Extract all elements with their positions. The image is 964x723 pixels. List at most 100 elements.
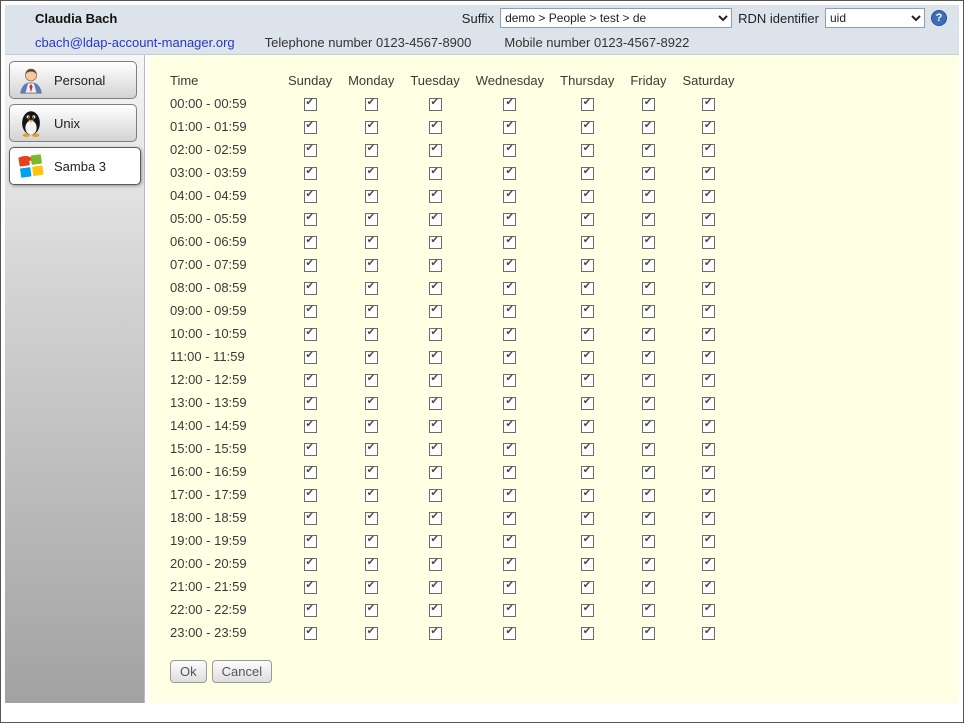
schedule-checkbox[interactable] xyxy=(429,627,442,640)
schedule-checkbox[interactable] xyxy=(503,282,516,295)
schedule-checkbox[interactable] xyxy=(304,144,317,157)
schedule-checkbox[interactable] xyxy=(365,236,378,249)
schedule-checkbox[interactable] xyxy=(702,305,715,318)
schedule-checkbox[interactable] xyxy=(581,351,594,364)
schedule-checkbox[interactable] xyxy=(503,604,516,617)
schedule-checkbox[interactable] xyxy=(702,98,715,111)
schedule-checkbox[interactable] xyxy=(581,558,594,571)
schedule-checkbox[interactable] xyxy=(304,397,317,410)
rdn-identifier-select[interactable]: uid xyxy=(825,8,925,28)
schedule-checkbox[interactable] xyxy=(503,328,516,341)
schedule-checkbox[interactable] xyxy=(581,581,594,594)
schedule-checkbox[interactable] xyxy=(642,351,655,364)
schedule-checkbox[interactable] xyxy=(429,305,442,318)
schedule-checkbox[interactable] xyxy=(702,374,715,387)
schedule-checkbox[interactable] xyxy=(429,190,442,203)
schedule-checkbox[interactable] xyxy=(581,98,594,111)
schedule-checkbox[interactable] xyxy=(581,121,594,134)
schedule-checkbox[interactable] xyxy=(365,420,378,433)
schedule-checkbox[interactable] xyxy=(304,98,317,111)
schedule-checkbox[interactable] xyxy=(702,282,715,295)
schedule-checkbox[interactable] xyxy=(503,558,516,571)
cancel-button[interactable]: Cancel xyxy=(212,660,272,683)
schedule-checkbox[interactable] xyxy=(365,512,378,525)
schedule-checkbox[interactable] xyxy=(304,489,317,502)
schedule-checkbox[interactable] xyxy=(429,374,442,387)
schedule-checkbox[interactable] xyxy=(429,144,442,157)
schedule-checkbox[interactable] xyxy=(581,443,594,456)
schedule-checkbox[interactable] xyxy=(503,190,516,203)
schedule-checkbox[interactable] xyxy=(365,397,378,410)
schedule-checkbox[interactable] xyxy=(503,259,516,272)
schedule-checkbox[interactable] xyxy=(503,213,516,226)
schedule-checkbox[interactable] xyxy=(304,259,317,272)
schedule-checkbox[interactable] xyxy=(304,328,317,341)
schedule-checkbox[interactable] xyxy=(365,328,378,341)
schedule-checkbox[interactable] xyxy=(365,558,378,571)
schedule-checkbox[interactable] xyxy=(702,213,715,226)
schedule-checkbox[interactable] xyxy=(429,443,442,456)
schedule-checkbox[interactable] xyxy=(365,98,378,111)
schedule-checkbox[interactable] xyxy=(304,420,317,433)
schedule-checkbox[interactable] xyxy=(702,535,715,548)
tab-unix[interactable]: Unix xyxy=(9,104,137,142)
schedule-checkbox[interactable] xyxy=(581,512,594,525)
schedule-checkbox[interactable] xyxy=(429,420,442,433)
schedule-checkbox[interactable] xyxy=(581,535,594,548)
schedule-checkbox[interactable] xyxy=(304,282,317,295)
schedule-checkbox[interactable] xyxy=(642,328,655,341)
schedule-checkbox[interactable] xyxy=(429,282,442,295)
schedule-checkbox[interactable] xyxy=(642,581,655,594)
schedule-checkbox[interactable] xyxy=(581,489,594,502)
schedule-checkbox[interactable] xyxy=(304,581,317,594)
schedule-checkbox[interactable] xyxy=(304,512,317,525)
schedule-checkbox[interactable] xyxy=(429,98,442,111)
schedule-checkbox[interactable] xyxy=(503,535,516,548)
schedule-checkbox[interactable] xyxy=(581,627,594,640)
schedule-checkbox[interactable] xyxy=(581,374,594,387)
schedule-checkbox[interactable] xyxy=(365,466,378,479)
schedule-checkbox[interactable] xyxy=(503,397,516,410)
schedule-checkbox[interactable] xyxy=(304,351,317,364)
schedule-checkbox[interactable] xyxy=(304,236,317,249)
schedule-checkbox[interactable] xyxy=(642,420,655,433)
schedule-checkbox[interactable] xyxy=(642,604,655,617)
schedule-checkbox[interactable] xyxy=(581,282,594,295)
schedule-checkbox[interactable] xyxy=(702,121,715,134)
schedule-checkbox[interactable] xyxy=(429,351,442,364)
schedule-checkbox[interactable] xyxy=(642,512,655,525)
schedule-checkbox[interactable] xyxy=(429,535,442,548)
schedule-checkbox[interactable] xyxy=(642,144,655,157)
schedule-checkbox[interactable] xyxy=(365,374,378,387)
schedule-checkbox[interactable] xyxy=(581,305,594,318)
schedule-checkbox[interactable] xyxy=(304,213,317,226)
suffix-select[interactable]: demo > People > test > de xyxy=(500,8,732,28)
schedule-checkbox[interactable] xyxy=(304,535,317,548)
schedule-checkbox[interactable] xyxy=(304,604,317,617)
schedule-checkbox[interactable] xyxy=(503,167,516,180)
schedule-checkbox[interactable] xyxy=(642,466,655,479)
schedule-checkbox[interactable] xyxy=(642,305,655,318)
schedule-checkbox[interactable] xyxy=(365,581,378,594)
schedule-checkbox[interactable] xyxy=(581,259,594,272)
schedule-checkbox[interactable] xyxy=(503,144,516,157)
schedule-checkbox[interactable] xyxy=(304,190,317,203)
schedule-checkbox[interactable] xyxy=(581,167,594,180)
schedule-checkbox[interactable] xyxy=(702,466,715,479)
schedule-checkbox[interactable] xyxy=(304,558,317,571)
schedule-checkbox[interactable] xyxy=(503,512,516,525)
schedule-checkbox[interactable] xyxy=(503,121,516,134)
schedule-checkbox[interactable] xyxy=(503,489,516,502)
schedule-checkbox[interactable] xyxy=(365,443,378,456)
schedule-checkbox[interactable] xyxy=(702,259,715,272)
schedule-checkbox[interactable] xyxy=(702,351,715,364)
ok-button[interactable]: Ok xyxy=(170,660,207,683)
schedule-checkbox[interactable] xyxy=(365,190,378,203)
schedule-checkbox[interactable] xyxy=(304,374,317,387)
schedule-checkbox[interactable] xyxy=(304,443,317,456)
schedule-checkbox[interactable] xyxy=(642,489,655,502)
schedule-checkbox[interactable] xyxy=(365,489,378,502)
schedule-checkbox[interactable] xyxy=(702,558,715,571)
schedule-checkbox[interactable] xyxy=(642,190,655,203)
schedule-checkbox[interactable] xyxy=(581,144,594,157)
